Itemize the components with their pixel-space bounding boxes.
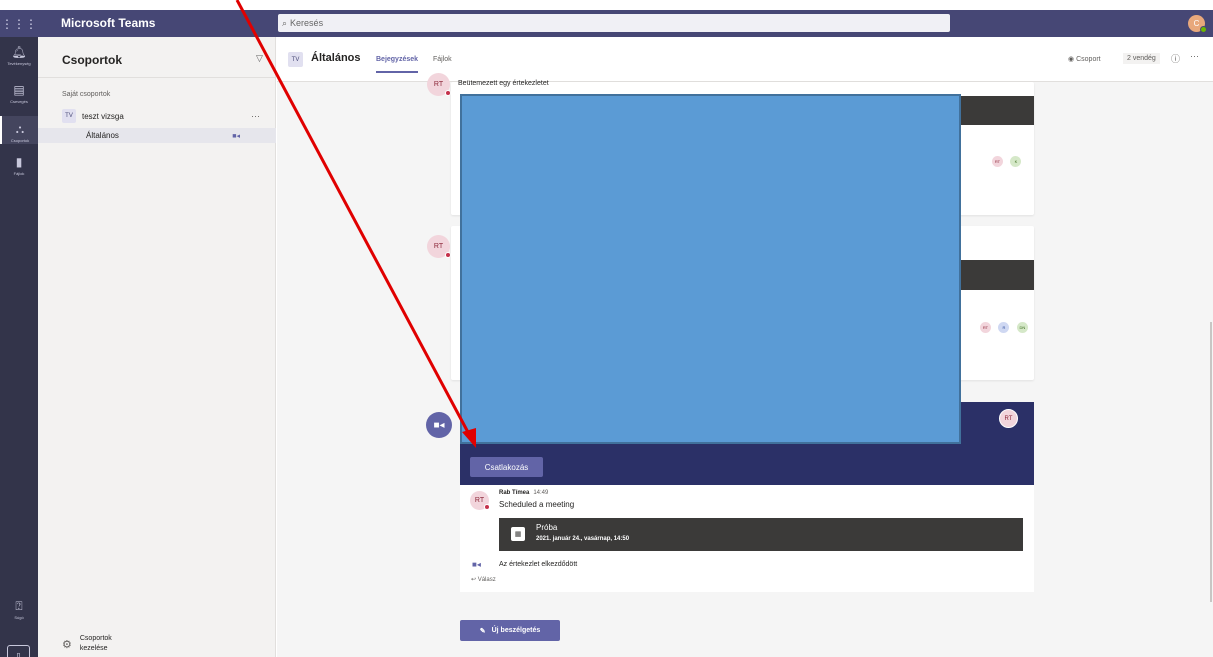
tab-posts[interactable]: Bejegyzések <box>376 56 419 73</box>
more-options-icon[interactable]: ··· <box>251 111 260 121</box>
participant-avatars: RT K <box>989 150 1022 168</box>
rail-label: Súgó <box>14 615 24 620</box>
app-title: Microsoft Teams <box>61 16 156 30</box>
blue-overlay-box <box>460 94 961 444</box>
message-text: Scheduled a meeting <box>499 500 575 509</box>
mini-avatar: K <box>1010 156 1022 167</box>
scrollbar[interactable] <box>1210 322 1212 602</box>
team-name: teszt vizsga <box>82 111 124 121</box>
rail-item-teams[interactable]: ⛬ Csoportok <box>0 116 38 144</box>
channel-name: Általános <box>86 131 119 140</box>
gear-icon: ⚙ <box>62 638 72 651</box>
team-button[interactable]: ◉ Csoport <box>1068 55 1101 64</box>
event-card[interactable]: ▦ Próba 2021. január 24., vasárnap, 14:5… <box>499 518 1023 551</box>
avatar: RT <box>427 73 451 96</box>
presence-busy-icon <box>484 504 490 510</box>
rail-label: Csevegés <box>10 99 28 104</box>
section-label: Saját csoportok <box>62 91 111 98</box>
video-camera-icon: ■◂ <box>472 560 481 569</box>
avatar: RT <box>999 409 1018 428</box>
eye-icon: ◉ <box>1068 56 1075 63</box>
channel-title: Általános <box>311 52 361 64</box>
top-bar: ⋮⋮⋮ Microsoft Teams ⌕ Keresés C <box>0 10 1213 37</box>
more-options-icon[interactable]: ··· <box>1190 51 1199 61</box>
meeting-started-text: Az értekezlet elkezdődött <box>499 561 578 568</box>
rail-item-files[interactable]: ▮ Fájlok <box>0 155 38 176</box>
avatar-initials: RT <box>474 497 485 504</box>
mini-avatar: R <box>998 322 1010 333</box>
video-camera-icon: ■◂ <box>232 132 240 140</box>
participant-avatars: RT R DN <box>977 316 1028 334</box>
rail-item-help[interactable]: ⍰ Súgó <box>0 599 38 620</box>
channel-header: TV Általános Bejegyzések Fájlok ◉ Csopor… <box>277 37 1213 82</box>
post-preview-text: Beütemezett egy értekezletet <box>458 80 549 87</box>
avatar-initials: RT <box>433 243 444 250</box>
app-rail: 🔔︎ Tevékenység ▤ Csevegés ⛬ Csoportok ▮ … <box>0 37 38 657</box>
message-sender: Rab Tímea 14:49 <box>499 490 548 496</box>
new-conversation-button[interactable]: ✎ Új beszélgetés <box>460 620 560 641</box>
compose-icon: ✎ <box>479 627 486 635</box>
reply-label: Válasz <box>477 577 496 583</box>
channel-item-general[interactable]: Általános ■◂ <box>38 128 276 143</box>
meeting-header-strip <box>951 260 1034 290</box>
rail-label: Csoportok <box>10 138 30 143</box>
message-time: 14:49 <box>533 490 549 496</box>
teams-icon: ⛬ <box>15 122 25 136</box>
search-placeholder: Keresés <box>290 18 324 28</box>
manage-teams-button[interactable]: ⚙ Csoportok kezelése <box>62 634 130 654</box>
rail-item-chat[interactable]: ▤ Csevegés <box>0 83 38 104</box>
mini-avatar: RT <box>980 322 991 333</box>
teams-panel-title: Csoportok <box>62 53 122 67</box>
help-icon: ⍰ <box>15 599 23 613</box>
calendar-icon: ▦ <box>511 527 525 541</box>
user-initial: C <box>1193 19 1200 28</box>
chat-icon: ▤ <box>13 83 25 97</box>
reply-button[interactable]: ↩ Válasz <box>471 576 496 583</box>
info-icon[interactable]: ⓘ <box>1171 52 1180 65</box>
meeting-message-card: RT Rab Tímea 14:49 Scheduled a meeting ▦ … <box>460 485 1034 592</box>
mini-avatar: DN <box>1016 322 1028 333</box>
new-conversation-label: Új beszélgetés <box>491 627 541 634</box>
team-badge: TV <box>288 52 303 67</box>
reply-icon: ↩ <box>471 577 477 583</box>
files-icon: ▮ <box>15 155 23 169</box>
event-title: Próba <box>536 523 558 532</box>
event-date: 2021. január 24., vasárnap, 14:50 <box>536 536 630 542</box>
avatar-initials: RT <box>433 81 444 88</box>
team-button-label: Csoport <box>1076 55 1101 63</box>
divider <box>38 77 276 78</box>
bell-icon: 🔔︎ <box>11 45 27 59</box>
app-launcher-icon[interactable]: ⋮⋮⋮ <box>0 10 38 37</box>
download-app-icon[interactable]: ⇩ <box>7 645 30 657</box>
rail-label: Tevékenység <box>7 61 31 66</box>
filter-icon[interactable]: ▽ <box>256 53 263 64</box>
video-camera-icon: ■◂ <box>426 412 452 438</box>
avatar: RT <box>427 235 451 258</box>
search-icon: ⌕ <box>282 17 288 28</box>
presence-available-icon <box>1200 26 1207 33</box>
mini-avatar: RT <box>992 156 1003 167</box>
user-avatar[interactable]: C <box>1188 15 1207 33</box>
join-button[interactable]: Csatlakozás <box>470 457 543 477</box>
conversation-area: RT Beütemezett egy értekezletet RT K RT … <box>277 73 1213 657</box>
rail-item-activity[interactable]: 🔔︎ Tevékenység <box>0 45 38 66</box>
manage-teams-label: Csoportok kezelése <box>79 635 112 652</box>
sender-name: Rab Tímea <box>499 490 530 496</box>
guests-button[interactable]: 2 vendég <box>1123 53 1160 64</box>
team-item[interactable]: TV teszt vizsga ··· <box>62 107 272 125</box>
meeting-header-strip <box>951 96 1034 125</box>
tab-files[interactable]: Fájlok <box>433 56 452 63</box>
rail-label: Fájlok <box>13 171 25 176</box>
avatar: RT <box>470 491 490 510</box>
search-input[interactable]: ⌕ Keresés <box>278 14 950 32</box>
teams-panel: Csoportok ▽ Saját csoportok TV teszt viz… <box>38 37 276 657</box>
team-badge: TV <box>62 109 76 123</box>
